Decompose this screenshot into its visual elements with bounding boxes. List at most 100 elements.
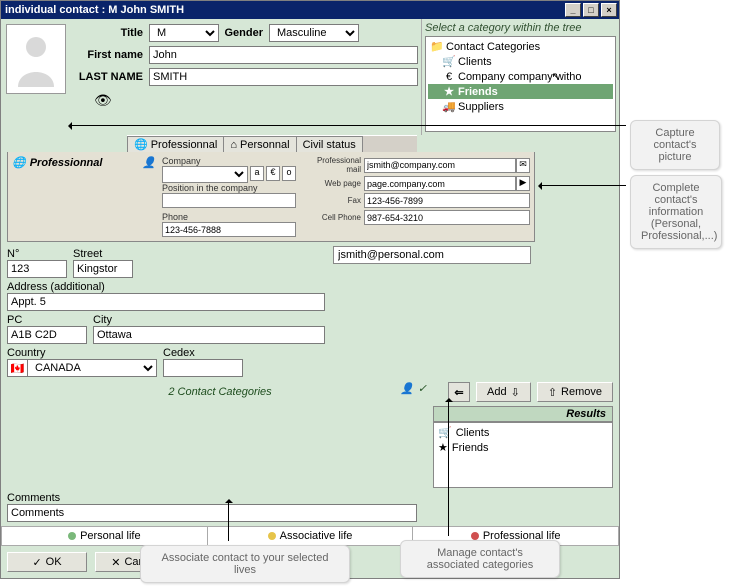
prof-email-label: Professional mail [302, 156, 364, 174]
cedex-input[interactable] [163, 359, 243, 377]
folder-icon: 📁 [430, 40, 444, 53]
check-icon[interactable]: ✓ [418, 382, 427, 395]
contact-icon[interactable]: 👤 [400, 382, 414, 395]
callout-lives: Associate contact to your selected lives [140, 545, 350, 583]
num-label: N° [7, 248, 67, 260]
cart-icon: 🛒 [442, 55, 456, 68]
avatar-placeholder[interactable] [6, 24, 66, 94]
euro-icon: € [442, 71, 456, 83]
lastname-label: LAST NAME [74, 71, 149, 83]
dot-red-icon [471, 532, 479, 540]
category-count: 2 Contact Categories [168, 386, 271, 398]
country-select[interactable]: CANADA [27, 359, 157, 377]
title-select[interactable]: M [149, 24, 219, 42]
arrow-up-icon: ⇧ [548, 386, 557, 399]
street-input[interactable] [73, 260, 133, 278]
tree-item-friends[interactable]: ★ Friends [428, 84, 613, 99]
lastname-input[interactable] [149, 68, 418, 86]
firstname-label: First name [74, 49, 149, 61]
arrow-picture [70, 125, 626, 126]
company-btn2[interactable]: € [266, 166, 280, 181]
star-icon: ★ [438, 441, 448, 454]
check-icon: ✓ [32, 556, 41, 569]
company-btn1[interactable]: a [250, 166, 264, 181]
contact-icon: 👤 [142, 156, 156, 169]
personal-email-input[interactable] [333, 246, 531, 264]
professional-header: Professionnal [30, 157, 103, 169]
comments-input[interactable] [7, 504, 417, 522]
city-input[interactable] [93, 326, 325, 344]
prof-email-input[interactable] [364, 158, 516, 173]
position-input[interactable] [162, 193, 296, 208]
identity-section: Title M Gender Masculine First name LAST… [1, 19, 421, 135]
flag-icon: 🇨🇦 [7, 359, 27, 377]
cursor-icon: ↖ [552, 70, 561, 83]
cell-input[interactable] [364, 210, 530, 225]
tree-item-clients[interactable]: 🛒 Clients [428, 54, 613, 69]
ok-button[interactable]: ✓ OK [7, 552, 87, 572]
capture-picture-icon[interactable]: 👁 [94, 92, 112, 109]
dot-yellow-icon [268, 532, 276, 540]
country-label: Country [7, 347, 157, 359]
web-input[interactable] [364, 176, 516, 191]
maximize-button[interactable]: □ [583, 3, 599, 17]
fax-input[interactable] [364, 193, 530, 208]
star-icon: ★ [442, 85, 456, 98]
tab-personal[interactable]: ⌂Personnal [223, 136, 296, 152]
x-icon: ✕ [111, 556, 120, 569]
category-tree[interactable]: 📁 Contact Categories 🛒 Clients € Company… [425, 36, 616, 132]
truck-icon: 🚚 [442, 100, 456, 113]
minimize-button[interactable]: _ [565, 3, 581, 17]
tree-item-label: Clients [458, 56, 492, 68]
detail-tabs: 🌐Professionnal ⌂Personnal Civil status [127, 135, 417, 152]
remove-button[interactable]: ⇧ Remove [537, 382, 613, 402]
globe-icon: 🌐 [12, 156, 26, 169]
house-icon: ⌂ [230, 139, 237, 151]
additional-input[interactable] [7, 293, 325, 311]
company-btn3[interactable]: o [282, 166, 296, 181]
life-personal[interactable]: Personal life [2, 527, 208, 545]
company-select[interactable] [162, 166, 248, 183]
close-button[interactable]: × [601, 3, 617, 17]
category-tree-section: Select a category within the tree 📁 Cont… [421, 19, 619, 135]
tree-item-suppliers[interactable]: 🚚 Suppliers [428, 99, 613, 114]
tree-item-company[interactable]: € Company company witho ↖ [428, 69, 613, 84]
gender-label: Gender [219, 27, 269, 39]
additional-label: Address (additional) [7, 281, 325, 293]
comments-label: Comments [7, 492, 613, 504]
arrow-categories [448, 400, 449, 536]
add-button[interactable]: Add ⇩ [476, 382, 531, 402]
arrow-info [540, 185, 626, 186]
tree-item-label: Friends [458, 86, 498, 98]
phone-label: Phone [162, 212, 296, 222]
tree-root-label: Contact Categories [446, 41, 540, 53]
tree-root[interactable]: 📁 Contact Categories [428, 39, 613, 54]
phone-input[interactable] [162, 222, 296, 237]
firstname-input[interactable] [149, 46, 418, 64]
contact-window: individual contact : M John SMITH _ □ × … [0, 0, 620, 579]
person-silhouette-icon [12, 29, 60, 89]
num-input[interactable] [7, 260, 67, 278]
gender-select[interactable]: Masculine [269, 24, 359, 42]
results-header: Results [433, 406, 613, 422]
life-associative[interactable]: Associative life [208, 527, 414, 545]
globe-icon: 🌐 [134, 138, 148, 151]
pc-label: PC [7, 314, 87, 326]
tab-civil[interactable]: Civil status [296, 136, 363, 152]
tab-professional[interactable]: 🌐Professionnal [127, 136, 224, 152]
city-label: City [93, 314, 325, 326]
web-label: Web page [302, 179, 364, 188]
top-pane: Title M Gender Masculine First name LAST… [1, 19, 619, 135]
tree-item-label: Suppliers [458, 101, 504, 113]
result-item-friends[interactable]: ★Friends [438, 440, 608, 455]
callout-info: Complete contact's information (Personal… [630, 175, 722, 249]
pc-input[interactable] [7, 326, 87, 344]
title-label: Title [74, 27, 149, 39]
result-item-clients[interactable]: 🛒Clients [438, 425, 608, 440]
fax-label: Fax [302, 196, 364, 205]
envelope-icon[interactable]: ✉ [516, 158, 530, 173]
cedex-label: Cedex [163, 347, 243, 359]
browse-icon[interactable]: ▶ [516, 176, 530, 191]
results-list: 🛒Clients ★Friends [433, 422, 613, 488]
comments-section: Comments [1, 492, 619, 526]
